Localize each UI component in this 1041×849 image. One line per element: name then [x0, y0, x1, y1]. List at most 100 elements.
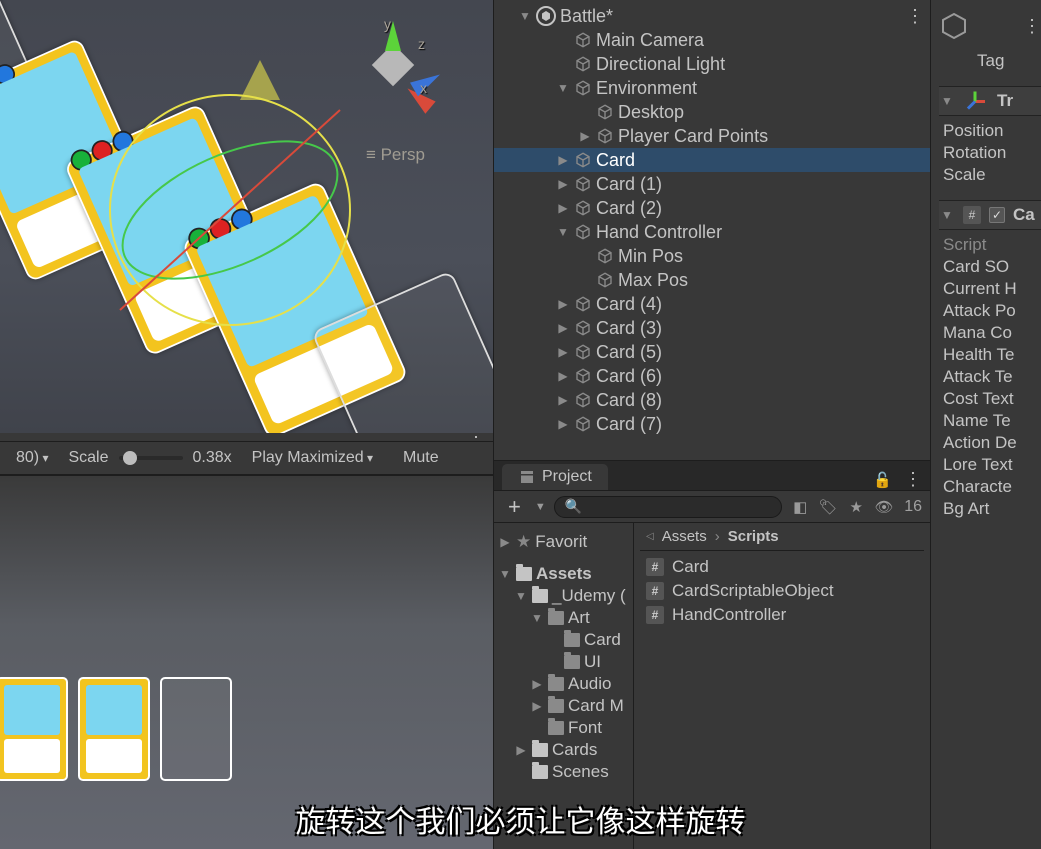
script-icon: #: [646, 558, 664, 576]
foldout-arrow-icon[interactable]: ▶: [530, 699, 544, 713]
project-menu-icon[interactable]: ⋮: [904, 469, 922, 490]
foldout-arrow-icon[interactable]: ▼: [556, 81, 570, 95]
add-button[interactable]: +: [502, 494, 527, 520]
asset-label: Card: [672, 557, 709, 577]
scale-slider[interactable]: [119, 456, 183, 460]
foldout-arrow-icon[interactable]: ▶: [556, 201, 570, 215]
foldout-arrow-icon[interactable]: ▶: [556, 417, 570, 431]
folder-label: Audio: [568, 674, 611, 694]
script-component-header[interactable]: ▼ # ✓ Ca: [939, 200, 1041, 230]
hierarchy-item[interactable]: ▶Card (2): [494, 196, 930, 220]
hierarchy-item[interactable]: ▶Card (5): [494, 340, 930, 364]
project-search-input[interactable]: 🔍: [554, 496, 782, 518]
inspector-menu-icon[interactable]: ⋮: [1023, 16, 1041, 37]
hierarchy-item[interactable]: ▶Card (6): [494, 364, 930, 388]
projection-toggle[interactable]: ≡ Persp: [366, 145, 425, 165]
hierarchy-item[interactable]: ▶Max Pos: [494, 268, 930, 292]
foldout-arrow-icon[interactable]: ▶: [556, 393, 570, 407]
foldout-arrow-icon[interactable]: ▶: [556, 297, 570, 311]
play-focus-dropdown[interactable]: Play Maximized: [242, 447, 383, 469]
hierarchy-item-label: Desktop: [618, 102, 684, 123]
foldout-arrow-icon[interactable]: ▶: [556, 321, 570, 335]
lock-icon[interactable]: 🔓: [873, 471, 892, 489]
folder-row[interactable]: ▶Cards: [494, 739, 633, 761]
back-icon[interactable]: ◁: [646, 531, 654, 542]
folder-row[interactable]: ▼ Assets: [494, 563, 633, 585]
game-card: [78, 677, 150, 781]
foldout-arrow-icon[interactable]: ▼: [530, 611, 544, 625]
foldout-arrow-icon[interactable]: ▼: [518, 9, 532, 23]
hierarchy-item-label: Max Pos: [618, 270, 688, 291]
foldout-arrow-icon[interactable]: ▼: [941, 94, 955, 108]
hidden-icon[interactable]: 👁: [874, 497, 894, 517]
hierarchy-item[interactable]: ▶Card (7): [494, 412, 930, 436]
foldout-arrow-icon[interactable]: ▼: [514, 589, 528, 603]
foldout-arrow-icon[interactable]: ▼: [941, 208, 955, 222]
foldout-arrow-icon[interactable]: ▶: [578, 129, 592, 143]
hierarchy-item[interactable]: ▶Player Card Points: [494, 124, 930, 148]
hierarchy-item[interactable]: ▶Card (8): [494, 388, 930, 412]
breadcrumb-current[interactable]: Scripts: [728, 528, 779, 545]
gameobject-icon: [596, 271, 614, 289]
asset-item[interactable]: #CardScriptableObject: [640, 579, 924, 603]
script-icon: #: [963, 206, 981, 224]
mute-button[interactable]: Mute: [393, 447, 449, 469]
folder-label: Art: [568, 608, 590, 628]
search-by-label-icon[interactable]: 🏷: [818, 497, 838, 517]
folder-row[interactable]: ▶UI: [494, 651, 633, 673]
search-by-type-icon[interactable]: ◧: [790, 497, 810, 517]
folder-row[interactable]: ▶ Audio: [494, 673, 633, 695]
scene-row[interactable]: ▼ Battle* ⋮: [494, 4, 930, 28]
folder-row[interactable]: ▶Font: [494, 717, 633, 739]
foldout-arrow-icon[interactable]: ▶: [556, 345, 570, 359]
hierarchy-item[interactable]: ▶Main Camera: [494, 28, 930, 52]
folder-label: Card: [584, 630, 621, 650]
hierarchy-item-label: Card (4): [596, 294, 662, 315]
foldout-arrow-icon[interactable]: ▶: [498, 535, 512, 549]
inspector-field-label: Name Te: [939, 411, 1011, 431]
folder-row[interactable]: ▶Scenes: [494, 761, 633, 783]
asset-item[interactable]: # Card: [640, 555, 924, 579]
favorites-row[interactable]: ▶ ★ Favorit: [494, 531, 633, 553]
folder-row[interactable]: ▶Card: [494, 629, 633, 651]
inspector-field-label: Current H: [939, 279, 1017, 299]
folder-row[interactable]: ▼_Udemy (: [494, 585, 633, 607]
game-card: [0, 677, 68, 781]
project-tab[interactable]: Project: [502, 464, 608, 490]
hierarchy-menu-icon[interactable]: ⋮: [906, 6, 924, 27]
gameobject-icon: [574, 79, 592, 97]
hierarchy-item[interactable]: ▶Min Pos: [494, 244, 930, 268]
tag-label: Tag: [973, 51, 1004, 71]
hierarchy-item[interactable]: ▼Environment: [494, 76, 930, 100]
breadcrumb-root[interactable]: Assets: [662, 528, 707, 545]
folder-label: Assets: [536, 564, 592, 584]
foldout-arrow-icon[interactable]: ▼: [498, 567, 512, 581]
asset-item[interactable]: #HandController: [640, 603, 924, 627]
save-search-icon[interactable]: ★: [846, 497, 866, 517]
foldout-arrow-icon[interactable]: ▶: [556, 153, 570, 167]
breadcrumb: ◁ Assets › Scripts: [640, 523, 924, 551]
transform-header[interactable]: ▼ Tr: [939, 86, 1041, 116]
game-view[interactable]: [0, 475, 493, 849]
foldout-arrow-icon[interactable]: ▶: [530, 677, 544, 691]
foldout-arrow-icon[interactable]: ▶: [556, 177, 570, 191]
hierarchy-item[interactable]: ▼Hand Controller: [494, 220, 930, 244]
foldout-arrow-icon[interactable]: ▼: [556, 225, 570, 239]
scene-view[interactable]: y x z ≡ Persp: [0, 0, 493, 433]
folder-row[interactable]: ▶Card M: [494, 695, 633, 717]
axis-label-y: y: [384, 16, 391, 32]
foldout-arrow-icon[interactable]: ▶: [556, 369, 570, 383]
aspect-dropdown[interactable]: 80): [6, 447, 58, 469]
hierarchy-item[interactable]: ▶Card (3): [494, 316, 930, 340]
hierarchy-item[interactable]: ▶Desktop: [494, 100, 930, 124]
hierarchy-item[interactable]: ▶Card: [494, 148, 930, 172]
orientation-gizmo[interactable]: y x z: [348, 20, 438, 110]
component-enabled-checkbox[interactable]: ✓: [989, 207, 1005, 223]
folder-row[interactable]: ▼ Art: [494, 607, 633, 629]
foldout-arrow-icon[interactable]: ▶: [514, 743, 528, 757]
folder-label: Scenes: [552, 762, 609, 782]
inspector-field-label: Attack Te: [939, 367, 1013, 387]
hierarchy-item[interactable]: ▶ Card (4): [494, 292, 930, 316]
hierarchy-item[interactable]: ▶Directional Light: [494, 52, 930, 76]
hierarchy-item[interactable]: ▶Card (1): [494, 172, 930, 196]
